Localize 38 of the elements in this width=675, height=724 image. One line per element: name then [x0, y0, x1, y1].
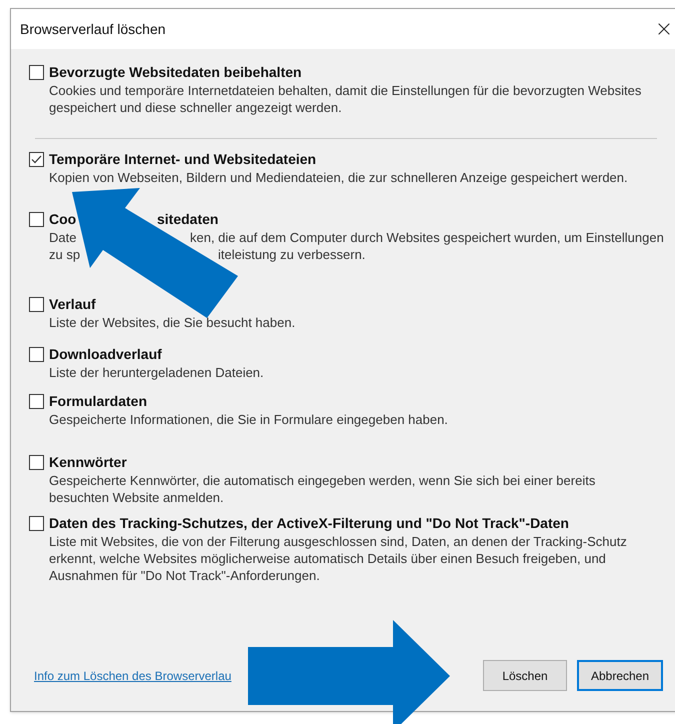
option-description: gespeichert und diese schneller angezeigt werden. — [49, 100, 342, 115]
option-description: besuchten Website anmelden. — [49, 490, 224, 505]
option-description: Ausnahmen für "Do Not Track"-Anforderungen. — [49, 568, 320, 583]
option-description: Kopien von Webseiten, Bildern und Mediendateien, die zur schnelleren Anzeige gespeichert werden. — [49, 170, 628, 185]
option-description: zu sp — [49, 247, 80, 262]
option-description: ken, die auf dem Computer durch Websites gespeichert wurden, um Einstellungen — [190, 230, 664, 245]
option-description: Liste der heruntergeladenen Dateien. — [49, 365, 264, 380]
option-description: erkennt, welche Websites möglicherweise automatisch Details über einen Besuch freigeben, und — [49, 551, 606, 566]
option-title: Formulardaten — [49, 393, 148, 409]
checkbox[interactable] — [29, 297, 44, 312]
option-title: sitedaten — [157, 211, 218, 227]
option-title: Kennwörter — [49, 454, 127, 470]
checkbox[interactable] — [29, 347, 44, 362]
checkbox[interactable] — [29, 394, 44, 409]
option-title: Coo — [49, 211, 76, 227]
option-description: Liste mit Websites, die von der Filterung ausgeschlossen sind, Daten, an denen der Tracking-Schutz — [49, 534, 627, 549]
dialog-button[interactable]: Abbrechen — [577, 660, 663, 691]
option-title: Temporäre Internet- und Websitedateien — [49, 151, 316, 167]
option-title: Downloadverlauf — [49, 346, 162, 362]
dialog-button[interactable]: Löschen — [483, 660, 567, 691]
option-description: Cookies und temporäre Internetdateien behalten, damit die Einstellungen für die bevorzugten Websites — [49, 83, 642, 98]
checkbox[interactable] — [29, 152, 44, 167]
info-link[interactable]: Info zum Löschen des Browserverlau — [34, 666, 232, 684]
option-title: Daten des Tracking-Schutzes, der ActiveX-Filterung und "Do Not Track"-Daten — [49, 515, 569, 531]
checkmark-icon — [31, 155, 42, 164]
option-description: Liste der Websites, die Sie besucht haben. — [49, 315, 296, 330]
option-description: Gespeicherte Kennwörter, die automatisch eingegeben werden, wenn Sie sich bei einer bereits — [49, 473, 596, 488]
checkbox[interactable] — [29, 516, 44, 531]
window-title: Browserverlauf löschen — [20, 20, 166, 38]
checkbox[interactable] — [29, 65, 44, 80]
option-description: iteleistung zu verbessern. — [218, 247, 366, 262]
arrow-icon — [248, 620, 450, 724]
option-title: Bevorzugte Websitedaten beibehalten — [49, 64, 302, 80]
option-description: Date — [49, 230, 76, 245]
checkbox[interactable] — [29, 455, 44, 470]
option-description: Gespeicherte Informationen, die Sie in Formulare eingegeben haben. — [49, 412, 448, 427]
option-title: Verlauf — [49, 296, 96, 312]
checkbox[interactable] — [29, 212, 44, 227]
